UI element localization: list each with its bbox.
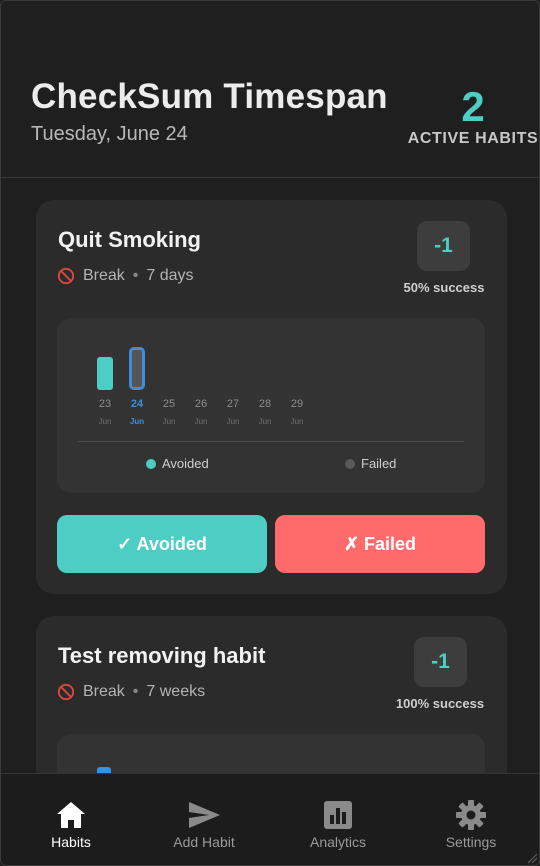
nav-label: Add Habit [173,834,235,850]
habit-score: -1 [414,637,467,687]
legend-avoided-label: Avoided [162,456,209,471]
app-window: CheckSum Timespan Tuesday, June 24 2 ACT… [0,0,540,866]
nav-analytics[interactable]: Analytics [271,774,405,865]
bottom-nav: Habits Add Habit Analytics Settings [1,773,539,865]
habit-duration: 7 days [146,267,194,284]
nav-label: Habits [51,834,91,850]
failed-dot [345,458,355,469]
home-icon [57,802,85,828]
day-number: 29 [290,398,304,410]
ban-icon [57,683,75,701]
resize-grip-icon[interactable] [526,852,538,864]
day-number: 23 [98,398,112,410]
nav-label: Settings [445,834,497,850]
meta-separator: • [132,683,139,700]
current-date: Tuesday, June 24 [31,123,188,145]
day-number: 28 [258,398,272,410]
habit-score: -1 [417,221,470,271]
habit-card: Quit Smoking Break • 7 days -1 50% succe… [36,200,507,594]
day-month: Jun [129,417,145,426]
nav-settings[interactable]: Settings [404,774,538,865]
today-bar[interactable] [129,347,145,390]
page-title: CheckSum Timespan [31,77,388,116]
habit-type: Break [83,267,125,284]
app-header: CheckSum Timespan Tuesday, June 24 2 ACT… [1,1,539,178]
mark-failed-button[interactable]: ✗ Failed [275,515,485,573]
day-number: 26 [194,398,208,410]
habit-week-chart: 23 Jun 24 Jun 25 Jun 26 Jun 27 Jun 28 Jun 29 Jun Avoi… [57,318,485,493]
legend-failed-label: Failed [361,456,397,471]
chart-divider [78,441,464,442]
day-month: Jun [290,417,304,426]
day-month: Jun [258,417,272,426]
day-month: Jun [226,417,240,426]
day-month: Jun [194,417,208,426]
avoided-dot [146,458,156,469]
active-habits-count: 2 [461,83,485,130]
avoided-bar[interactable] [97,357,113,390]
nav-add-habit[interactable]: Add Habit [137,774,271,865]
habit-meta: Break • 7 weeks [57,682,205,702]
gear-icon [456,800,486,830]
day-number: 25 [162,398,176,410]
habit-meta: Break • 7 days [57,266,194,286]
mark-avoided-button[interactable]: ✓ Avoided [57,515,267,573]
send-icon [189,802,220,828]
habit-type: Break [83,683,125,700]
ban-icon [57,267,75,285]
nav-habits[interactable]: Habits [4,774,138,865]
nav-label: Analytics [309,834,367,850]
day-month: Jun [162,417,176,426]
active-habits-label: ACTIVE HABITS [407,130,539,147]
habit-title: Test removing habit [58,643,266,668]
day-number: 27 [226,398,240,410]
analytics-icon [324,801,352,829]
meta-separator: • [132,267,139,284]
success-rate: 50% success [403,280,485,295]
day-number: 24 [130,398,144,410]
habit-duration: 7 weeks [146,683,206,700]
legend-avoided: Avoided [146,456,209,471]
habit-title: Quit Smoking [58,227,201,252]
legend-failed: Failed [345,456,396,471]
day-month: Jun [98,417,112,426]
success-rate: 100% success [395,696,485,711]
